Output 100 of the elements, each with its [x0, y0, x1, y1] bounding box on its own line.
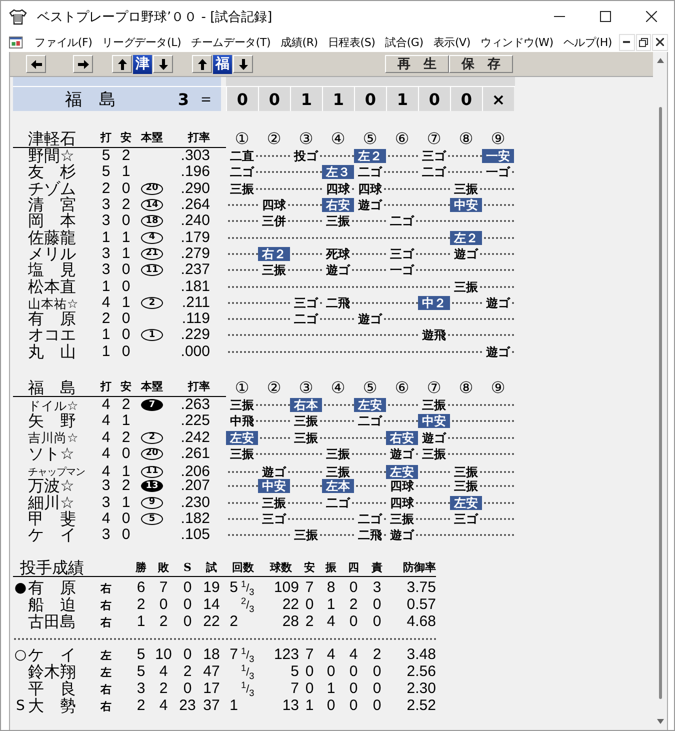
stat-value: 0: [158, 597, 169, 614]
menu-item[interactable]: 表示(V): [429, 34, 476, 50]
home-run-count: 2: [141, 297, 163, 310]
at-bat-result: 二ゴ: [356, 414, 384, 428]
menu-item[interactable]: ウィンドウ(W): [476, 34, 560, 50]
at-bat-result: 右本: [290, 398, 322, 412]
down-button[interactable]: [233, 55, 253, 73]
stat-value: 2.56: [406, 664, 436, 680]
stat-value: 1: [326, 681, 336, 698]
at-bats: 4: [100, 397, 112, 414]
at-bat-result: 右安: [322, 198, 354, 212]
up-button[interactable]: [192, 55, 212, 73]
pitcher-name: 平 良: [28, 681, 76, 698]
up-button[interactable]: [112, 55, 132, 73]
at-bat-result: 中安: [258, 479, 290, 494]
batting-average: .207: [180, 478, 211, 494]
at-bat-result: 三振: [324, 446, 352, 461]
stat-value: 2.30: [406, 681, 436, 698]
toolbar-button[interactable]: 保 存: [449, 55, 513, 73]
at-bats: 1: [100, 327, 112, 344]
at-bat-result: 二ゴ: [356, 512, 384, 526]
toolbar-button[interactable]: 再 生: [385, 55, 449, 73]
batting-average: .181: [180, 278, 211, 295]
player-name: 吉川尚☆: [27, 429, 80, 446]
at-bat-result: 左本: [322, 479, 354, 494]
at-bat-result: 一ゴ: [484, 165, 512, 180]
menu-item[interactable]: 日程表(S): [324, 34, 382, 50]
stat-value: 3.48: [406, 647, 436, 664]
inning-header: ⑨: [490, 378, 506, 397]
innings-fraction: $^{1}$/$_{3}$: [241, 680, 254, 698]
stat-value: 3: [136, 681, 146, 698]
at-bat-result: 遊飛: [420, 328, 448, 342]
decision-mark: ○: [14, 647, 27, 664]
stat-value: 4: [158, 664, 169, 680]
stat-value: 2: [158, 681, 169, 698]
batting-average: .211: [180, 295, 211, 312]
previous-button[interactable]: [26, 55, 46, 73]
at-bat-result: 遊ゴ: [452, 246, 480, 261]
inning-score-cell: 1: [290, 87, 322, 111]
at-bats: 2: [100, 180, 112, 197]
at-bat-result: 三振: [292, 430, 320, 445]
stat-value: 0: [182, 681, 193, 698]
hits: 2: [120, 148, 132, 164]
inning-header: ⑨: [490, 129, 506, 148]
throwing-hand: 右: [100, 614, 112, 630]
column-header: 球数: [268, 560, 293, 576]
document-icon: [9, 36, 23, 48]
player-name: 塩 見: [27, 262, 77, 278]
stat-value: 1: [136, 614, 146, 630]
at-bat-result: 三振: [228, 398, 256, 412]
stat-value: 23: [178, 698, 197, 714]
batting-average: .263: [180, 397, 211, 414]
at-bat-result: 二直: [228, 149, 256, 164]
at-bat-result: 左安: [450, 496, 482, 510]
stat-value: 2: [348, 597, 359, 614]
pitcher-name: 有 原: [28, 580, 76, 596]
down-arrow-icon: [158, 58, 168, 70]
next-button[interactable]: [73, 55, 93, 73]
inning-header: ⑤: [362, 378, 378, 397]
at-bat-result: 投ゴ: [292, 149, 320, 164]
menu-item[interactable]: ヘルプ(H): [559, 34, 618, 50]
stat-value: 0: [348, 614, 359, 630]
innings-pitched: 7: [230, 646, 238, 664]
inning-header: ⑥: [394, 378, 410, 397]
innings-fraction: $^{1}$/$_{3}$: [241, 580, 254, 597]
at-bat-result: 三ゴ: [260, 512, 288, 526]
at-bat-result: 二飛: [324, 296, 352, 310]
hits: 0: [120, 527, 132, 544]
at-bats: 3: [100, 494, 112, 511]
batting-average: .229: [180, 327, 211, 344]
window-title: ベストプレープロ野球’００ - [試合記録]: [37, 8, 272, 26]
stat-value: 8: [326, 580, 336, 596]
scrollbar-thumb[interactable]: [658, 107, 662, 699]
at-bat-result: 二ゴ: [388, 214, 416, 228]
home-run-count: 7: [141, 399, 163, 412]
at-bat-result: 三振: [420, 446, 448, 461]
minimize-button[interactable]: [618, 34, 635, 50]
stat-value: 0: [182, 580, 193, 596]
column-header: 安: [116, 378, 136, 397]
inning-header: ②: [266, 129, 282, 148]
minimize-icon: [554, 16, 564, 18]
menu-item[interactable]: ファイル(F): [30, 34, 98, 50]
at-bat-result: 三ゴ: [452, 512, 480, 526]
at-bat-result: 三振: [292, 528, 320, 542]
menu-item[interactable]: 成績(R): [276, 34, 324, 50]
column-header: 打率: [168, 129, 216, 148]
close-button[interactable]: [652, 34, 668, 50]
at-bats: 3: [100, 197, 112, 214]
menu-item[interactable]: 試合(G): [381, 34, 430, 50]
player-name: 細川☆: [27, 494, 74, 511]
team-selector[interactable]: 福: [213, 54, 232, 74]
down-button[interactable]: [153, 55, 173, 73]
menu-item[interactable]: リーグデータ(L): [98, 34, 188, 50]
menu-item[interactable]: チームデータ(T): [187, 34, 277, 50]
stat-value: 7: [304, 647, 315, 664]
stat-value: 0: [372, 664, 382, 680]
restore-button[interactable]: [636, 34, 652, 50]
player-name: 甲 斐: [27, 511, 77, 528]
team-selector[interactable]: 津: [133, 54, 152, 74]
at-bat-result: 三ゴ: [388, 246, 416, 261]
